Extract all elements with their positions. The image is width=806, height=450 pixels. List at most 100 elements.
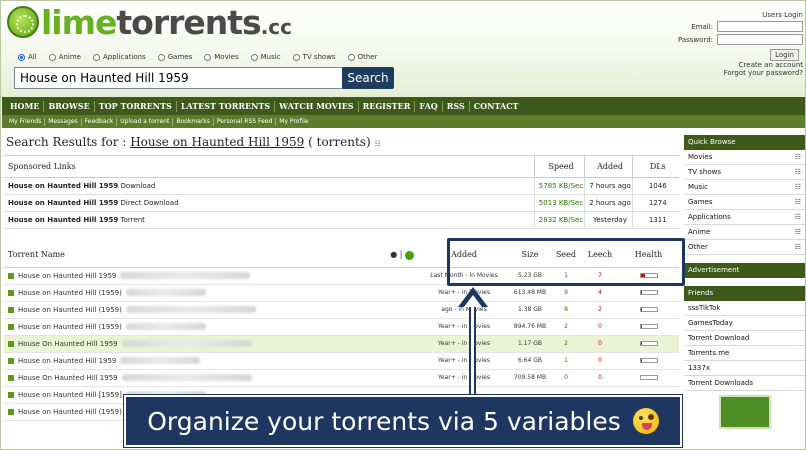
torrent-name-cell[interactable]: House on Haunted Hill (1959)	[4, 301, 418, 319]
category-radio-applications[interactable]: Applications	[92, 53, 146, 61]
search-input[interactable]: House on Haunted Hill 1959	[14, 67, 344, 89]
table-row[interactable]: House On Haunted Hill 1959 Year+ - in Mov…	[4, 369, 679, 387]
torrent-name[interactable]: House on Haunted Hill (1959)	[18, 408, 122, 416]
sidebar-item-movies[interactable]: Movies ☷	[684, 150, 805, 165]
nav-latest-torrents[interactable]: LATEST TORRENTS	[177, 101, 274, 111]
rss-icon[interactable]: ☷	[795, 183, 801, 191]
download-icon[interactable]	[8, 374, 14, 381]
subnav-feedback[interactable]: Feedback	[82, 118, 117, 125]
login-button[interactable]: Login	[770, 49, 799, 61]
friend-link[interactable]: 1337x	[684, 361, 805, 376]
rss-icon[interactable]: ☷	[795, 213, 801, 221]
subnav-bookmarks[interactable]: Bookmarks	[173, 118, 213, 125]
table-row[interactable]: House on Haunted Hill 1959 Year+ - in Mov…	[4, 352, 679, 370]
category-radio-music[interactable]: Music	[250, 53, 281, 61]
friend-link[interactable]: Torrent Download	[684, 331, 805, 346]
torrent-name-cell[interactable]: House on Haunted Hill (1959)	[4, 318, 418, 336]
rss-icon[interactable]: ☷	[795, 168, 801, 176]
category-radio-other[interactable]: Other	[347, 53, 377, 61]
table-row[interactable]: House on Haunted Hill (1959) Year+ - in M…	[4, 284, 679, 302]
sidebar-item-other[interactable]: Other ☷	[684, 240, 805, 255]
table-row[interactable]: House on Haunted Hill (1959) Year+ - in M…	[4, 318, 679, 336]
category-radio-tv-shows[interactable]: TV shows	[292, 53, 336, 61]
torrent-name-cell[interactable]: House On Haunted Hill 1959	[4, 369, 418, 387]
sidebar-item-music[interactable]: Music ☷	[684, 180, 805, 195]
download-icon[interactable]	[8, 357, 14, 364]
sidebar-item-anime[interactable]: Anime ☷	[684, 225, 805, 240]
sidebar-item-tv-shows[interactable]: TV shows ☷	[684, 165, 805, 180]
category-radio-anime[interactable]: Anime	[48, 53, 81, 61]
email-field[interactable]	[717, 21, 803, 32]
col-torrent-name[interactable]: Torrent Name ● |	[4, 243, 418, 268]
torrent-name[interactable]: House On Haunted Hill 1959	[18, 340, 118, 348]
search-button[interactable]: Search	[342, 67, 394, 89]
sidebar-item-applications[interactable]: Applications ☷	[684, 210, 805, 225]
download-icon[interactable]	[8, 323, 14, 330]
friend-link[interactable]: Torrents.me	[684, 346, 805, 361]
torrent-name[interactable]: House on Haunted Hill 1959	[18, 272, 116, 280]
download-icon[interactable]	[8, 306, 14, 313]
download-icon[interactable]	[8, 272, 14, 279]
nav-rss[interactable]: RSS	[443, 101, 469, 111]
torrent-name[interactable]: House on Haunted Hill (1959)	[18, 306, 122, 314]
nav-watch-movies[interactable]: WATCH MOVIES	[275, 101, 357, 111]
radio-button[interactable]	[204, 53, 212, 61]
torrent-name[interactable]: House On Haunted Hill 1959	[18, 374, 118, 382]
rss-icon[interactable]: ☷	[795, 243, 801, 251]
sponsored-row[interactable]: House on Haunted Hill 1959 Download 5785 …	[4, 177, 679, 195]
category-radio-games[interactable]: Games	[157, 53, 192, 61]
torrent-name[interactable]: House on Haunted Hill 1959	[18, 357, 116, 365]
nav-home[interactable]: HOME	[6, 101, 43, 111]
subnav-messages[interactable]: Messages	[45, 118, 80, 125]
radio-button[interactable]	[48, 53, 56, 61]
forgot-password-link[interactable]: Forgot your password?	[603, 69, 803, 77]
category-radio-all[interactable]: All	[18, 53, 37, 61]
nav-contact[interactable]: CONTACT	[470, 101, 523, 111]
download-icon[interactable]	[8, 408, 14, 415]
sponsored-row[interactable]: House on Haunted Hill 1959 Direct Downlo…	[4, 194, 679, 212]
torrent-name[interactable]: House on Haunted Hill (1959)	[18, 289, 122, 297]
friend-link[interactable]: GamesToday	[684, 316, 805, 331]
torrent-name-cell[interactable]: House On Haunted Hill 1959	[4, 335, 418, 353]
rss-icon[interactable]: ☷	[795, 228, 801, 236]
table-row[interactable]: House On Haunted Hill 1959 Year+ - in Mov…	[4, 335, 679, 353]
radio-button[interactable]	[157, 53, 165, 61]
rss-icon[interactable]: ☷	[795, 153, 801, 161]
table-row[interactable]: House on Haunted Hill (1959) ago - in Mov…	[4, 301, 679, 319]
sidebar-item-games[interactable]: Games ☷	[684, 195, 805, 210]
subnav-my-friends[interactable]: My Friends	[6, 118, 44, 125]
friend-link[interactable]: Torrent Downloads	[684, 376, 805, 391]
torrent-name-cell[interactable]: House on Haunted Hill 1959	[4, 352, 418, 370]
friend-link[interactable]: sssTikTok	[684, 301, 805, 316]
torrent-name[interactable]: House on Haunted Hill [1959]	[18, 391, 122, 399]
category-radio-movies[interactable]: Movies	[204, 53, 239, 61]
subnav-my-profile[interactable]: My Profile	[276, 118, 311, 125]
site-logo[interactable]: lime torrents .cc	[7, 3, 292, 42]
download-icon[interactable]	[8, 289, 14, 296]
sponsored-name-cell[interactable]: House on Haunted Hill 1959 Direct Downlo…	[4, 194, 534, 212]
download-icon[interactable]	[8, 340, 14, 347]
password-field[interactable]	[717, 34, 803, 45]
subnav-personal-rss-feed[interactable]: Personal RSS Feed	[214, 118, 275, 125]
rss-icon[interactable]: ☷	[795, 198, 801, 206]
sponsored-name-cell[interactable]: House on Haunted Hill 1959 Torrent	[4, 211, 534, 229]
sponsored-row[interactable]: House on Haunted Hill 1959 Torrent 2832 K…	[4, 211, 679, 229]
radio-button[interactable]	[18, 53, 25, 61]
nav-top-torrents[interactable]: TOP TORRENTS	[95, 101, 176, 111]
nav-faq[interactable]: FAQ	[415, 101, 441, 111]
torrent-name-cell[interactable]: House on Haunted Hill (1959)	[4, 284, 418, 302]
create-account-link[interactable]: Create an account	[603, 61, 803, 69]
rss-icon[interactable]: ☷	[374, 140, 380, 148]
sponsored-name-cell[interactable]: House on Haunted Hill 1959 Download	[4, 177, 534, 195]
radio-button[interactable]	[250, 53, 258, 61]
nav-register[interactable]: REGISTER	[359, 101, 415, 111]
nav-browse[interactable]: BROWSE	[44, 101, 93, 111]
subnav-upload-a-torrent[interactable]: Upload a torrent	[117, 118, 172, 125]
radio-button[interactable]	[292, 53, 300, 61]
radio-button[interactable]	[92, 53, 100, 61]
torrent-name[interactable]: House on Haunted Hill (1959)	[18, 323, 122, 331]
radio-button[interactable]	[347, 53, 355, 61]
query-link[interactable]: House on Haunted Hill 1959	[130, 135, 304, 149]
download-icon[interactable]	[8, 391, 14, 398]
torrent-name-cell[interactable]: House on Haunted Hill 1959	[4, 267, 418, 285]
